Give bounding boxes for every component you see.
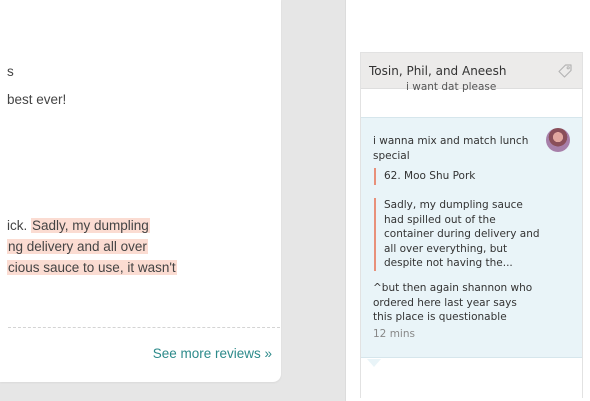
review-text-line: s	[7, 64, 14, 79]
review-highlight: cious sauce to use, it wasn't	[7, 260, 177, 275]
chat-title: Tosin, Phil, and Aneesh	[369, 63, 507, 78]
review-text-line: cious sauce to use, it wasn't	[7, 260, 177, 275]
chat-panel: Tosin, Phil, and Aneesh i want dat pleas…	[360, 52, 583, 398]
review-highlight: ng delivery and all over	[7, 239, 148, 254]
see-more-reviews-link[interactable]: See more reviews »	[153, 346, 272, 361]
quoted-menu-item[interactable]: 62. Moo Shu Pork	[374, 168, 475, 185]
message-text: i wanna mix and match lunch special	[373, 135, 529, 162]
review-text-plain: ick.	[7, 218, 32, 233]
avatar[interactable]	[546, 128, 570, 152]
review-text-line: best ever!	[7, 92, 67, 107]
previous-message: i want dat please	[406, 81, 497, 93]
review-text-line: ng delivery and all over	[7, 239, 148, 254]
review-card: s best ever! ick. Sadly, my dumpling ng …	[0, 0, 281, 382]
divider	[8, 327, 280, 328]
review-highlight: Sadly, my dumpling	[31, 218, 150, 233]
message-notch	[367, 359, 381, 367]
review-text-line: ick. Sadly, my dumpling	[7, 218, 150, 233]
quoted-review[interactable]: Sadly, my dumpling sauce had spilled out…	[374, 198, 544, 271]
message-timestamp: 12 mins	[373, 328, 415, 340]
message-text: ^but then again shannon who ordered here…	[373, 282, 533, 323]
chat-message: i wanna mix and match lunch special 62. …	[361, 117, 582, 367]
tag-icon[interactable]	[557, 63, 573, 79]
